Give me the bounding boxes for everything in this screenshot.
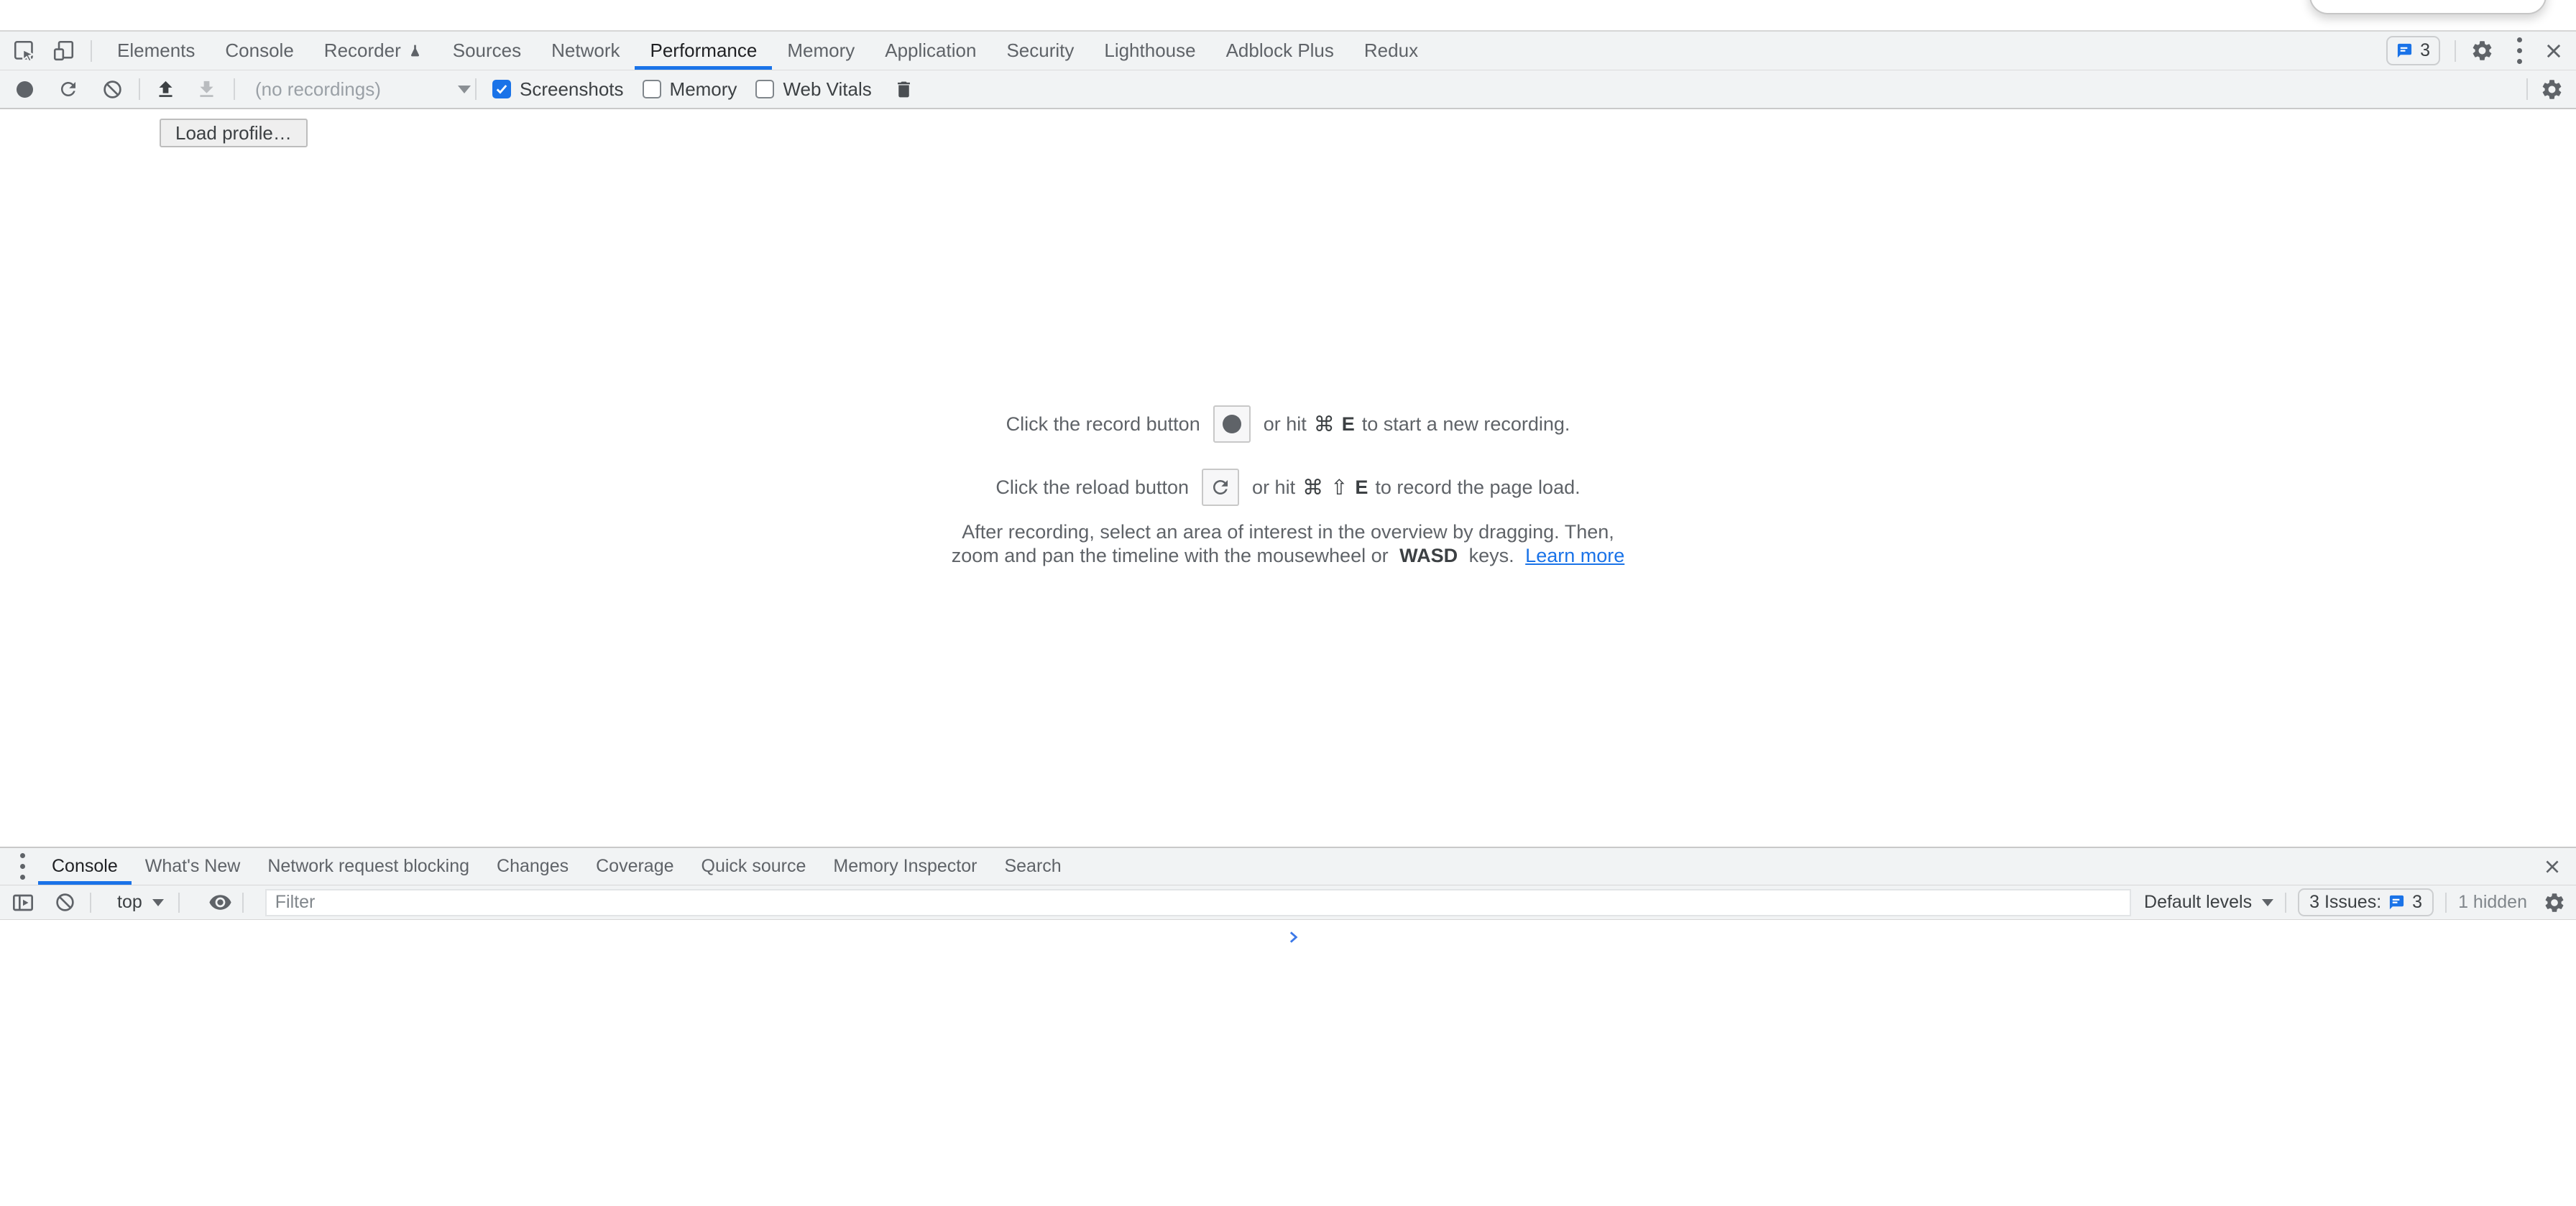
drawer-tab-quick-source[interactable]: Quick source [688,848,820,885]
tab-performance[interactable]: Performance [635,32,772,70]
main-tabbar: Elements Console Recorder Sources Networ… [0,32,2576,70]
drawer-tab-changes[interactable]: Changes [483,848,582,885]
reload-and-record-icon[interactable] [58,78,79,100]
drawer-tab-console[interactable]: Console [38,848,132,885]
console-issues-button[interactable]: 3 Issues: 3 [2298,888,2434,916]
usage-hint: After recording, select an area of inter… [949,520,1628,568]
device-toolbar-icon[interactable] [52,40,75,62]
divider [90,893,91,913]
tab-adblock-plus[interactable]: Adblock Plus [1211,32,1349,70]
tab-elements[interactable]: Elements [102,32,210,70]
recordings-dropdown-label: (no recordings) [255,78,381,101]
issues-count: 3 [2420,40,2430,61]
issues-bubble-icon [2388,894,2405,911]
capture-settings-gear-icon[interactable] [2540,78,2564,101]
recordings-dropdown[interactable]: (no recordings) [255,78,471,101]
console-filter-input[interactable] [265,889,2131,916]
issues-counter-button[interactable]: 3 [2386,36,2440,65]
clear-console-icon[interactable] [55,892,75,913]
tab-network[interactable]: Network [536,32,635,70]
javascript-context-dropdown[interactable]: top [117,892,164,913]
console-toolbar: top Default levels 3 Issues: 3 1 hidden [0,885,2576,920]
hint-line-2: zoom and pan the timeline with the mouse… [949,544,1628,568]
more-options-icon[interactable] [2513,33,2526,68]
console-prompt-area[interactable] [0,920,2576,1202]
performance-empty-state: Click the record button or hit ⌘ E to st… [0,405,2576,568]
inspect-element-icon[interactable] [13,40,35,62]
devtools-window: Elements Console Recorder Sources Networ… [0,0,2576,1206]
divider [139,78,140,100]
drawer-tab-whats-new[interactable]: What's New [132,848,254,885]
cmd-key-glyph: ⌘ [1314,412,1335,437]
divider [178,893,180,913]
tab-redux[interactable]: Redux [1349,32,1433,70]
tabbar-right-controls: 3 [2386,33,2576,68]
top-strip [0,0,2576,32]
load-profile-icon[interactable] [155,78,177,101]
e-key-glyph: E [1342,413,1355,436]
screenshots-checkbox-label[interactable]: Screenshots [520,78,624,101]
divider [234,78,235,100]
dropdown-caret-icon [2262,899,2273,906]
screenshots-checkbox[interactable] [492,80,511,98]
dropdown-caret-icon [458,86,471,93]
e-key-glyph: E [1355,477,1368,499]
drawer-tab-network-request-blocking[interactable]: Network request blocking [254,848,483,885]
console-sidebar-icon[interactable] [12,891,34,914]
log-levels-dropdown[interactable]: Default levels [2144,892,2273,913]
record-button-illustration [1213,405,1251,443]
live-expression-eye-icon[interactable] [208,890,232,914]
memory-checkbox-label[interactable]: Memory [670,78,737,101]
close-devtools-icon[interactable] [2544,41,2564,61]
web-vitals-checkbox-label[interactable]: Web Vitals [783,78,871,101]
tab-memory[interactable]: Memory [772,32,870,70]
tab-recorder[interactable]: Recorder [309,32,438,70]
tab-application[interactable]: Application [870,32,991,70]
reload-button-illustration [1202,469,1239,506]
drawer-tabs: Console What's New Network request block… [38,848,1075,885]
hidden-messages-label: 1 hidden [2458,892,2527,913]
divider [91,40,92,62]
browser-popup-remnant [2309,0,2547,14]
performance-toolbar: (no recordings) Screenshots Memory Web V… [0,70,2576,109]
console-settings-gear-icon[interactable] [2543,891,2566,914]
record-button[interactable] [17,81,33,98]
web-vitals-checkbox[interactable] [755,80,774,98]
settings-gear-icon[interactable] [2470,39,2494,63]
clear-recording-icon[interactable] [102,79,123,100]
tab-lighthouse[interactable]: Lighthouse [1089,32,1210,70]
load-profile-tooltip: Load profile… [160,119,308,147]
flask-icon [408,43,423,58]
save-profile-icon[interactable] [196,78,218,101]
divider [242,893,244,913]
panel-tabs: Elements Console Recorder Sources Networ… [102,32,1433,70]
tab-security[interactable]: Security [991,32,1089,70]
divider [2285,893,2286,913]
drawer-tab-memory-inspector[interactable]: Memory Inspector [819,848,990,885]
divider [2526,78,2528,100]
issues-bubble-icon [2396,42,2413,59]
divider [475,78,477,100]
reload-instruction-line: Click the reload button or hit ⌘ ⇧ E to … [992,469,1583,506]
memory-checkbox[interactable] [643,80,661,98]
performance-panel-content: Load profile… Click the record button or… [0,109,2576,847]
console-prompt-chevron-icon [0,920,2576,944]
drawer-tabbar: Console What's New Network request block… [0,848,2576,885]
shift-key-glyph: ⇧ [1330,475,1348,500]
dropdown-caret-icon [152,899,164,906]
divider [2455,40,2456,62]
tab-sources[interactable]: Sources [438,32,536,70]
close-drawer-icon[interactable] [2543,857,2562,876]
drawer-more-tools-icon[interactable] [16,849,29,884]
cmd-key-glyph: ⌘ [1302,475,1323,500]
collect-garbage-icon[interactable] [893,79,914,100]
learn-more-link[interactable]: Learn more [1525,544,1624,568]
divider [2445,893,2447,913]
tab-console[interactable]: Console [210,32,308,70]
hint-line-1: After recording, select an area of inter… [949,520,1628,544]
wasd-keys-label: WASD [1399,544,1458,568]
drawer-tab-coverage[interactable]: Coverage [582,848,687,885]
drawer-tab-search[interactable]: Search [990,848,1075,885]
record-instruction-line: Click the record button or hit ⌘ E to st… [1003,405,1574,443]
